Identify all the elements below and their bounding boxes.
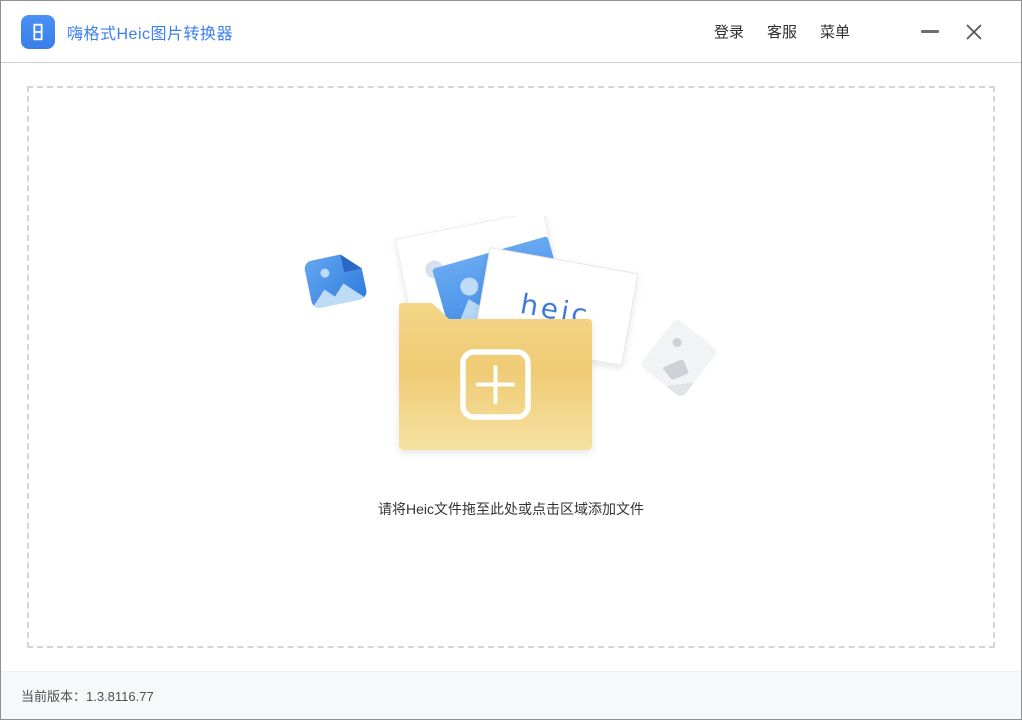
support-button[interactable]: 客服 (767, 21, 797, 42)
close-button[interactable] (962, 18, 986, 46)
gray-paper-icon (638, 317, 719, 399)
add-folder-icon (399, 303, 592, 450)
login-button[interactable]: 登录 (714, 21, 744, 42)
main-area: heic (1, 63, 1021, 671)
title-bar: 嗨格式Heic图片转换器 登录 客服 菜单 (1, 1, 1021, 63)
status-bar: 当前版本：1.3.8116.77 (1, 671, 1021, 719)
file-dropzone[interactable]: heic (27, 86, 995, 648)
minimize-icon (921, 30, 939, 32)
add-files-illustration: heic (296, 216, 726, 461)
menu-button[interactable]: 菜单 (820, 21, 850, 42)
titlebar-menu: 登录 客服 菜单 (714, 18, 1021, 46)
app-window: 嗨格式Heic图片转换器 登录 客服 菜单 (0, 0, 1022, 720)
dropzone-hint: 请将Heic文件拖至此处或点击区域添加文件 (378, 499, 644, 519)
photo-sticker-icon (301, 250, 368, 311)
app-title: 嗨格式Heic图片转换器 (67, 20, 233, 44)
close-icon (964, 22, 984, 42)
hiformat-h-icon (27, 21, 49, 43)
version-text: 当前版本：1.3.8116.77 (21, 686, 154, 705)
app-logo (21, 15, 55, 49)
minimize-button[interactable] (918, 18, 942, 46)
